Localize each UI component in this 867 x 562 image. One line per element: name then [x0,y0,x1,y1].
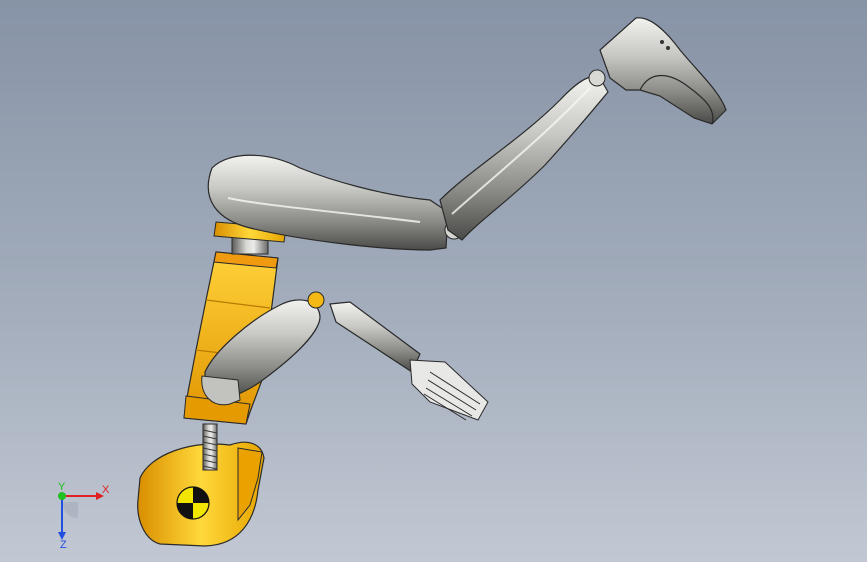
y-axis-dot [58,492,66,500]
forearm-segment[interactable] [439,75,609,241]
graphics-viewport[interactable]: X Y Z [0,0,867,562]
wrist-joint[interactable] [588,69,606,87]
z-axis-label: Z [60,539,67,550]
end-effector-pad[interactable] [599,17,727,125]
secondary-link[interactable] [329,301,421,373]
y-axis-label: Y [58,481,66,493]
base-mount[interactable] [137,441,265,547]
gripper-hand[interactable] [409,359,489,421]
lead-screw[interactable] [202,423,218,471]
x-axis-label: X [102,484,110,496]
coordinate-triad: X Y Z [58,481,110,550]
robot-arm-model[interactable] [0,0,867,562]
